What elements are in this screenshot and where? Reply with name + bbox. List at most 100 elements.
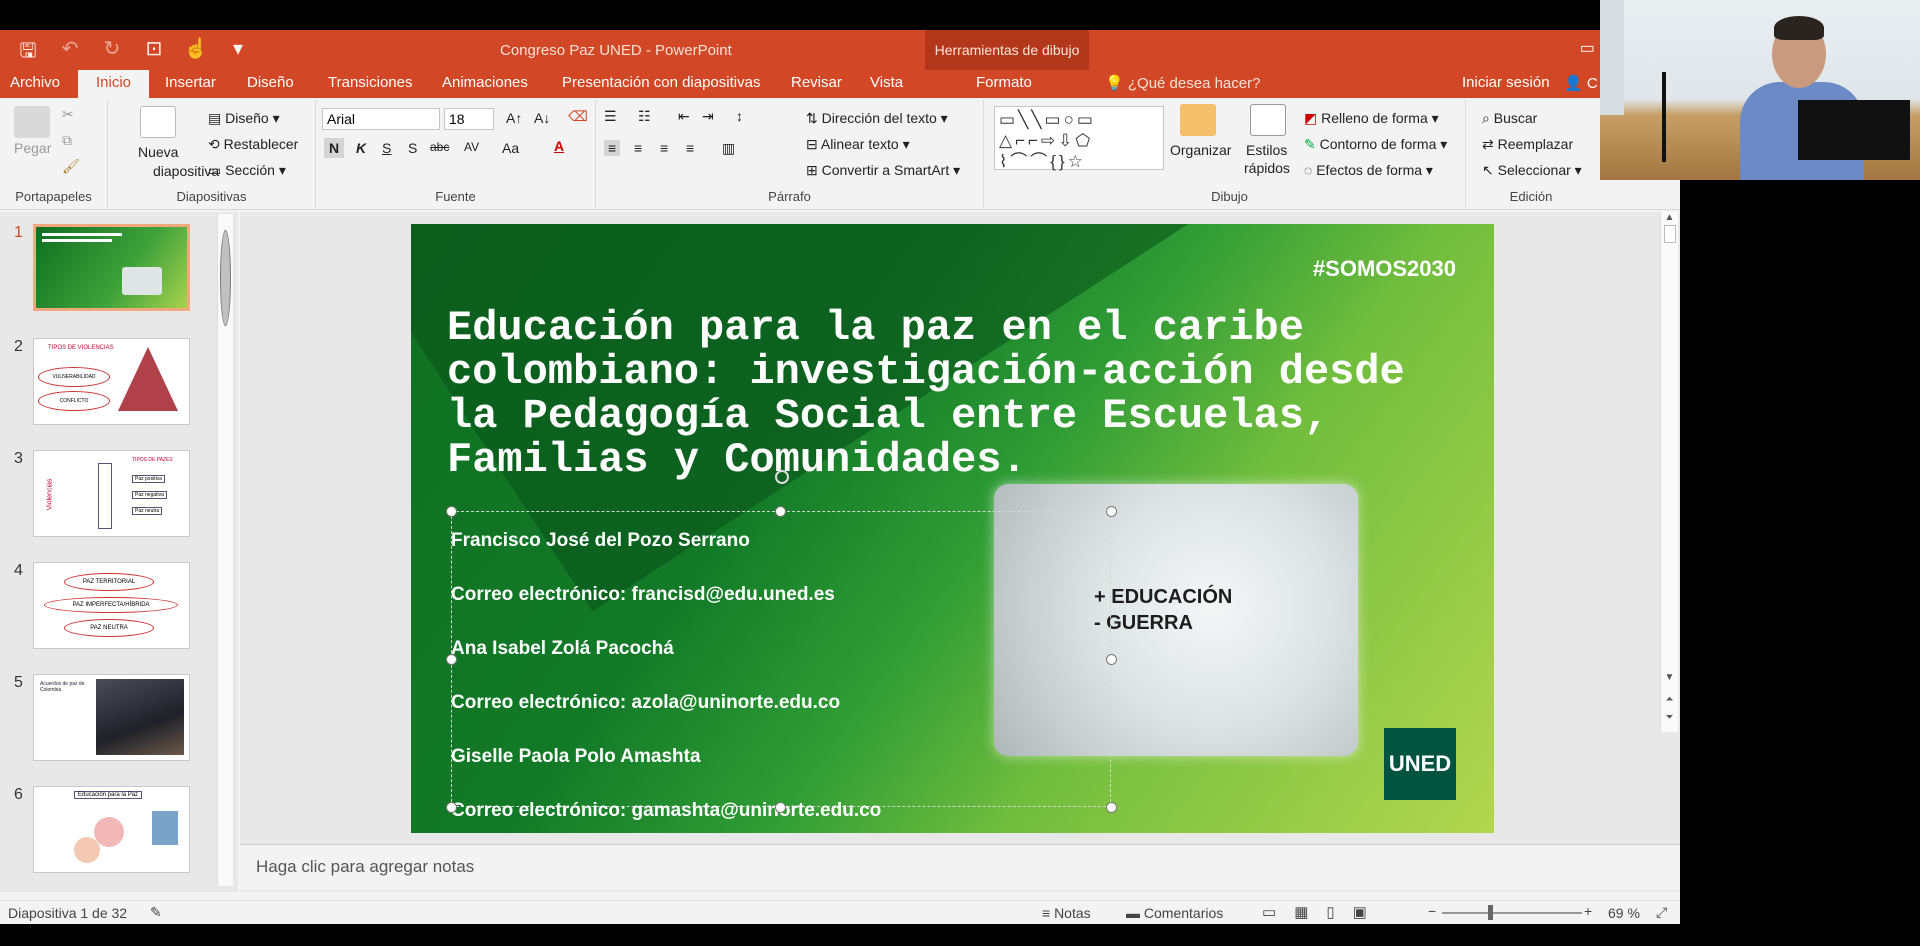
zoom-slider-thumb[interactable] xyxy=(1488,905,1493,920)
resize-handle[interactable] xyxy=(1106,802,1117,813)
comments-toggle[interactable]: ▬ Comentarios xyxy=(1126,905,1223,921)
align-left-icon[interactable]: ≡ xyxy=(604,140,621,156)
quick-styles-label-1[interactable]: Estilos xyxy=(1246,142,1287,158)
fit-slide-icon[interactable]: ⤢ xyxy=(1656,904,1667,921)
sorter-view-icon[interactable]: ▦ xyxy=(1294,904,1326,921)
tab-archivo[interactable]: Archivo xyxy=(10,74,60,91)
resize-handle[interactable] xyxy=(446,506,457,517)
shape-fill-button[interactable]: ◩ Relleno de forma ▾ xyxy=(1304,110,1439,127)
tell-me-box[interactable]: 💡 ¿Qué desea hacer? xyxy=(1105,74,1260,92)
decrease-indent-icon[interactable]: ⇤ xyxy=(678,108,690,125)
tab-formato[interactable]: Formato xyxy=(976,74,1032,91)
tab-animaciones[interactable]: Animaciones xyxy=(442,74,528,91)
zoom-out-icon[interactable]: − xyxy=(1428,903,1436,919)
zoom-slider[interactable] xyxy=(1442,905,1582,920)
resize-handle[interactable] xyxy=(775,802,786,813)
arrange-button[interactable]: Organizar xyxy=(1170,142,1231,158)
previous-slide-icon[interactable]: ⏶ xyxy=(1661,694,1678,705)
shape-effects-button[interactable]: ◌ Efectos de forma ▾ xyxy=(1304,162,1433,179)
arrange-icon[interactable] xyxy=(1180,104,1216,136)
columns-icon[interactable]: ▥ xyxy=(722,140,735,157)
align-text-button[interactable]: ⊟ Alinear texto ▾ xyxy=(806,136,910,153)
font-family-select[interactable]: Arial xyxy=(322,108,440,130)
text-direction-button[interactable]: ⇅ Dirección del texto ▾ xyxy=(806,110,948,127)
tab-revisar[interactable]: Revisar xyxy=(791,74,842,91)
thumb-slide-4[interactable]: PAZ TERRITORIAL PAZ IMPERFECTA/HÍBRIDA P… xyxy=(33,562,190,649)
tab-diseno[interactable]: Diseño xyxy=(247,74,294,91)
new-slide-label-1[interactable]: Nueva xyxy=(138,144,178,160)
slideshow-view-icon[interactable]: ▣ xyxy=(1353,904,1385,921)
section-button[interactable]: ▭ Sección ▾ xyxy=(208,162,286,179)
numbering-icon[interactable]: ☷ xyxy=(638,108,651,125)
thumb-slide-1[interactable] xyxy=(33,224,190,311)
zoom-in-icon[interactable]: + xyxy=(1584,903,1592,919)
font-size-select[interactable]: 18 xyxy=(444,108,494,130)
tab-inicio[interactable]: Inicio xyxy=(78,70,150,98)
thumbnails-scrollbar[interactable] xyxy=(217,214,233,886)
normal-view-icon[interactable]: ▭ xyxy=(1262,904,1294,921)
scroll-thumb[interactable] xyxy=(220,230,231,326)
scroll-thumb[interactable] xyxy=(1663,225,1676,243)
slide-title[interactable]: Educación para la paz en el caribe colom… xyxy=(447,306,1477,482)
next-slide-icon[interactable]: ⏷ xyxy=(1661,712,1678,723)
strikethrough-button[interactable]: abc xyxy=(430,140,449,154)
bullets-icon[interactable]: ☰ xyxy=(604,108,617,125)
tab-presentacion[interactable]: Presentación con diapositivas xyxy=(562,74,760,91)
increase-indent-icon[interactable]: ⇥ xyxy=(702,108,714,125)
resize-handle[interactable] xyxy=(446,802,457,813)
align-right-icon[interactable]: ≡ xyxy=(660,140,668,156)
thumb-slide-5[interactable]: Acuerdos de paz de Colombia xyxy=(33,674,190,761)
shape-outline-button[interactable]: ✎ Contorno de forma ▾ xyxy=(1304,136,1447,153)
ribbon-display-icon[interactable]: ▭ xyxy=(1580,38,1595,58)
clear-format-icon[interactable]: ⌫ xyxy=(568,108,588,125)
cut-icon[interactable]: ✂ xyxy=(62,106,74,123)
thumb-slide-3[interactable]: Violencias TIPOS DE PAZES Paz positiva P… xyxy=(33,450,190,537)
notes-toggle[interactable]: ≡ Notas xyxy=(1042,905,1091,921)
quick-styles-label-2[interactable]: rápidos xyxy=(1244,160,1290,176)
change-case-button[interactable]: Aa xyxy=(502,140,519,156)
sign-in-link[interactable]: Iniciar sesión xyxy=(1462,74,1550,91)
copy-icon[interactable]: ⧉ xyxy=(62,132,72,149)
italic-button[interactable]: K xyxy=(356,140,366,156)
reset-button[interactable]: ⟲ Restablecer xyxy=(208,136,298,153)
editor-scrollbar[interactable]: ▲ ▼ ⏶ ⏷ xyxy=(1660,212,1678,732)
justify-icon[interactable]: ≡ xyxy=(686,140,694,156)
underline-button[interactable]: S xyxy=(382,140,391,156)
notes-pane[interactable]: Haga clic para agregar notas xyxy=(240,844,1680,890)
increase-font-icon[interactable]: A↑ xyxy=(506,110,522,126)
layout-button[interactable]: ▤ Diseño ▾ xyxy=(208,110,280,127)
font-color-icon[interactable]: A xyxy=(554,138,564,154)
redo-icon[interactable]: ↻ xyxy=(94,36,130,70)
smartart-button[interactable]: ⊞ Convertir a SmartArt ▾ xyxy=(806,162,960,179)
scroll-up-icon[interactable]: ▲ xyxy=(1661,212,1678,223)
tab-transiciones[interactable]: Transiciones xyxy=(328,74,412,91)
touch-icon[interactable]: ☝ xyxy=(178,36,214,70)
share-button[interactable]: 👤 C xyxy=(1564,74,1598,92)
shadow-button[interactable]: S xyxy=(408,140,417,156)
replace-button[interactable]: ⇄ Reemplazar xyxy=(1482,136,1573,153)
shapes-gallery[interactable]: ▭╲╲▭○▭ △⌐⌐⇨⇩⬠ ⌇⌒⌒{}☆ xyxy=(994,106,1164,171)
save-icon[interactable]: 🖫 xyxy=(10,36,46,70)
bold-button[interactable]: N xyxy=(324,138,345,158)
presenter-icon[interactable]: ⊡ xyxy=(136,36,172,70)
resize-handle[interactable] xyxy=(446,654,457,665)
authors-textbox[interactable]: Francisco José del Pozo Serrano Correo e… xyxy=(451,514,881,833)
paste-icon[interactable] xyxy=(14,106,50,138)
format-painter-icon[interactable]: 🖌 xyxy=(62,158,80,175)
align-center-icon[interactable]: ≡ xyxy=(634,140,642,156)
new-slide-icon[interactable] xyxy=(140,106,176,138)
select-button[interactable]: ↖ Seleccionar ▾ xyxy=(1482,162,1582,179)
resize-handle[interactable] xyxy=(1106,654,1117,665)
slide-canvas[interactable]: #SOMOS2030 Educación para la paz en el c… xyxy=(411,224,1494,833)
rotate-handle-icon[interactable] xyxy=(775,470,789,484)
line-spacing-icon[interactable]: ↕ xyxy=(736,108,743,124)
thumb-slide-2[interactable]: TIPOS DE VIOLENCIAS VULNERABILIDAD CONFL… xyxy=(33,338,190,425)
paste-button[interactable]: Pegar xyxy=(14,140,51,156)
find-button[interactable]: ⌕ Buscar xyxy=(1482,110,1537,127)
scroll-down-icon[interactable]: ▼ xyxy=(1661,672,1678,683)
spellcheck-icon[interactable]: ✎ xyxy=(150,904,162,921)
decrease-font-icon[interactable]: A↓ xyxy=(534,110,550,126)
thumb-slide-6[interactable]: Educación para la Paz xyxy=(33,786,190,873)
tab-insertar[interactable]: Insertar xyxy=(165,74,216,91)
customize-qat-icon[interactable]: ▾ xyxy=(220,36,256,70)
